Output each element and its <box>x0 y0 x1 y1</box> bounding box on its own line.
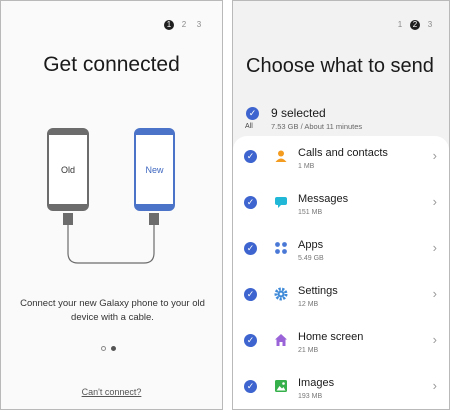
list-item-settings[interactable]: ✓ Settings 12 MB › <box>233 274 449 320</box>
chevron-right-icon: › <box>432 240 437 255</box>
item-checkbox[interactable]: ✓ <box>244 196 257 209</box>
cable-illustration <box>63 213 159 264</box>
item-checkbox[interactable]: ✓ <box>244 150 257 163</box>
page-dot-2 <box>111 346 116 351</box>
item-size: 1 MB <box>298 163 315 170</box>
chevron-right-icon: › <box>432 378 437 393</box>
item-size: 5.49 GB <box>298 255 324 262</box>
item-name: Images <box>298 377 335 389</box>
new-phone-label: New <box>145 165 164 175</box>
item-size: 151 MB <box>298 209 323 216</box>
new-phone-illustration: New <box>134 128 175 211</box>
content-list: ✓ Calls and contacts 1 MB › ✓ Messages 1… <box>233 136 449 409</box>
item-name: Messages <box>298 193 349 205</box>
selected-count: 9 selected <box>271 106 326 120</box>
list-item-images[interactable]: ✓ Images 193 MB › <box>233 366 449 409</box>
home-screen-icon <box>275 334 287 346</box>
item-name: Apps <box>298 239 324 251</box>
choose-what-to-send-screen: 1 2 3 Choose what to send ✓ All 9 select… <box>232 0 450 410</box>
item-size: 12 MB <box>298 301 319 308</box>
item-checkbox[interactable]: ✓ <box>244 334 257 347</box>
step-3: 3 <box>427 20 433 29</box>
item-name: Settings <box>298 285 338 297</box>
item-checkbox[interactable]: ✓ <box>244 288 257 301</box>
get-connected-screen: 1 2 3 Get connected Old New Connect your… <box>0 0 223 410</box>
item-name: Home screen <box>298 331 364 343</box>
step-indicator: 1 2 3 <box>395 20 435 30</box>
select-all-checkbox[interactable]: ✓ <box>246 107 259 120</box>
cant-connect-link[interactable]: Can't connect? <box>1 387 222 397</box>
item-checkbox[interactable]: ✓ <box>244 242 257 255</box>
step-2: 2 <box>410 20 420 30</box>
select-all-label: All <box>245 123 253 130</box>
chevron-right-icon: › <box>432 286 437 301</box>
old-phone-label: Old <box>60 165 75 175</box>
step-1: 1 <box>397 20 403 29</box>
chevron-right-icon: › <box>432 194 437 209</box>
apps-icon <box>275 242 287 254</box>
page-title: Choose what to send <box>246 55 434 77</box>
list-item-apps[interactable]: ✓ Apps 5.49 GB › <box>233 228 449 274</box>
list-item-messages[interactable]: ✓ Messages 151 MB › <box>233 182 449 228</box>
chevron-right-icon: › <box>432 148 437 163</box>
item-name: Calls and contacts <box>298 147 388 159</box>
chevron-right-icon: › <box>432 332 437 347</box>
list-item-calls-and-contacts[interactable]: ✓ Calls and contacts 1 MB › <box>233 136 449 182</box>
messages-icon <box>275 197 287 208</box>
connection-instructions: Connect your new Galaxy phone to your ol… <box>20 298 205 323</box>
selected-size-summary: 7.53 GB / About 11 minutes <box>271 122 363 131</box>
contacts-icon <box>275 150 287 162</box>
item-size: 21 MB <box>298 347 319 354</box>
item-size: 193 MB <box>298 393 323 400</box>
settings-icon <box>274 287 288 301</box>
page-dot-1 <box>101 346 106 351</box>
old-phone-illustration: Old <box>47 128 89 211</box>
item-checkbox[interactable]: ✓ <box>244 380 257 393</box>
list-item-home-screen[interactable]: ✓ Home screen 21 MB › <box>233 320 449 366</box>
page-indicator <box>101 346 116 351</box>
images-icon <box>275 380 287 392</box>
